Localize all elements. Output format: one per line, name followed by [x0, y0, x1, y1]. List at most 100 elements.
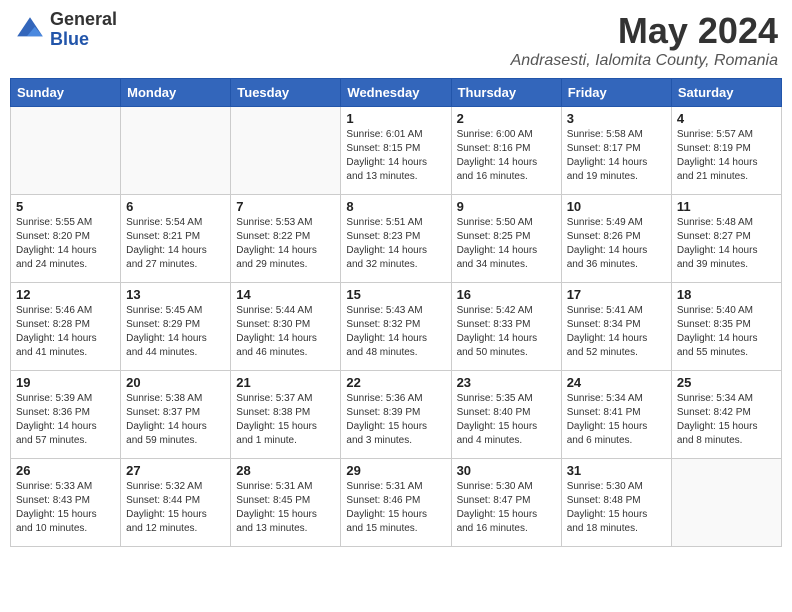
logo-text: General Blue — [50, 10, 117, 50]
day-info: Sunrise: 5:44 AM Sunset: 8:30 PM Dayligh… — [236, 304, 335, 360]
calendar-cell: 15Sunrise: 5:43 AM Sunset: 8:32 PM Dayli… — [341, 283, 451, 371]
col-header-saturday: Saturday — [671, 79, 781, 107]
day-number: 21 — [236, 375, 335, 390]
day-number: 26 — [16, 463, 115, 478]
logo: General Blue — [14, 10, 117, 50]
calendar-cell: 8Sunrise: 5:51 AM Sunset: 8:23 PM Daylig… — [341, 195, 451, 283]
calendar-cell: 23Sunrise: 5:35 AM Sunset: 8:40 PM Dayli… — [451, 371, 561, 459]
calendar-cell: 24 Sunrise: 5:34 AM Sunset: 8:41 PM Dayli… — [561, 371, 671, 459]
day-info: Sunrise: 5:34 AM Sunset: 8:41 PM Dayligh… — [567, 392, 666, 448]
calendar-cell: 5 Sunrise: 5:55 AM Sunset: 8:20 PM Daylig… — [11, 195, 121, 283]
location-subtitle: Andrasesti, Ialomita County, Romania — [511, 52, 778, 70]
day-number: 8 — [346, 199, 445, 214]
day-number: 31 — [567, 463, 666, 478]
header: General Blue May 2024 Andrasesti, Ialomi… — [10, 10, 782, 70]
calendar-cell: 12Sunrise: 5:46 AM Sunset: 8:28 PM Dayli… — [11, 283, 121, 371]
calendar-cell: 6 Sunrise: 5:54 AM Sunset: 8:21 PM Daylig… — [121, 195, 231, 283]
calendar-cell: 10 Sunrise: 5:49 AM Sunset: 8:26 PM Dayli… — [561, 195, 671, 283]
calendar-cell: 16Sunrise: 5:42 AM Sunset: 8:33 PM Dayli… — [451, 283, 561, 371]
day-number: 19 — [16, 375, 115, 390]
day-number: 24 — [567, 375, 666, 390]
day-number: 5 — [16, 199, 115, 214]
day-info: Sunrise: 5:54 AM Sunset: 8:21 PM Dayligh… — [126, 216, 225, 272]
week-row-3: 12Sunrise: 5:46 AM Sunset: 8:28 PM Dayli… — [11, 283, 782, 371]
col-header-tuesday: Tuesday — [231, 79, 341, 107]
day-info: Sunrise: 5:55 AM Sunset: 8:20 PM Dayligh… — [16, 216, 115, 272]
calendar-cell: 13 Sunrise: 5:45 AM Sunset: 8:29 PM Dayli… — [121, 283, 231, 371]
day-info: Sunrise: 6:01 AM Sunset: 8:15 PM Dayligh… — [346, 128, 445, 184]
day-info: Sunrise: 5:45 AM Sunset: 8:29 PM Dayligh… — [126, 304, 225, 360]
calendar-cell: 3 Sunrise: 5:58 AM Sunset: 8:17 PM Daylig… — [561, 107, 671, 195]
day-info: Sunrise: 5:50 AM Sunset: 8:25 PM Dayligh… — [457, 216, 556, 272]
col-header-thursday: Thursday — [451, 79, 561, 107]
calendar-cell: 9 Sunrise: 5:50 AM Sunset: 8:25 PM Daylig… — [451, 195, 561, 283]
logo-icon — [14, 14, 46, 46]
col-header-friday: Friday — [561, 79, 671, 107]
col-header-monday: Monday — [121, 79, 231, 107]
day-info: Sunrise: 5:39 AM Sunset: 8:36 PM Dayligh… — [16, 392, 115, 448]
day-info: Sunrise: 5:48 AM Sunset: 8:27 PM Dayligh… — [677, 216, 776, 272]
calendar-cell: 7 Sunrise: 5:53 AM Sunset: 8:22 PM Daylig… — [231, 195, 341, 283]
day-number: 10 — [567, 199, 666, 214]
calendar-header-row: SundayMondayTuesdayWednesdayThursdayFrid… — [11, 79, 782, 107]
day-info: Sunrise: 5:31 AM Sunset: 8:45 PM Dayligh… — [236, 480, 335, 536]
calendar-cell: 28 Sunrise: 5:31 AM Sunset: 8:45 PM Dayli… — [231, 459, 341, 547]
day-info: Sunrise: 5:32 AM Sunset: 8:44 PM Dayligh… — [126, 480, 225, 536]
day-number: 20 — [126, 375, 225, 390]
day-number: 30 — [457, 463, 556, 478]
calendar-cell: 14 Sunrise: 5:44 AM Sunset: 8:30 PM Dayli… — [231, 283, 341, 371]
calendar-cell: 31Sunrise: 5:30 AM Sunset: 8:48 PM Dayli… — [561, 459, 671, 547]
calendar-cell: 22 Sunrise: 5:36 AM Sunset: 8:39 PM Dayli… — [341, 371, 451, 459]
day-info: Sunrise: 5:49 AM Sunset: 8:26 PM Dayligh… — [567, 216, 666, 272]
day-info: Sunrise: 5:30 AM Sunset: 8:47 PM Dayligh… — [457, 480, 556, 536]
day-number: 13 — [126, 287, 225, 302]
day-number: 28 — [236, 463, 335, 478]
calendar-cell: 4Sunrise: 5:57 AM Sunset: 8:19 PM Daylig… — [671, 107, 781, 195]
day-info: Sunrise: 5:53 AM Sunset: 8:22 PM Dayligh… — [236, 216, 335, 272]
day-info: Sunrise: 5:34 AM Sunset: 8:42 PM Dayligh… — [677, 392, 776, 448]
day-info: Sunrise: 5:41 AM Sunset: 8:34 PM Dayligh… — [567, 304, 666, 360]
week-row-2: 5 Sunrise: 5:55 AM Sunset: 8:20 PM Daylig… — [11, 195, 782, 283]
day-info: Sunrise: 5:57 AM Sunset: 8:19 PM Dayligh… — [677, 128, 776, 184]
day-number: 11 — [677, 199, 776, 214]
logo-blue-text: Blue — [50, 30, 117, 50]
calendar-cell: 11 Sunrise: 5:48 AM Sunset: 8:27 PM Dayli… — [671, 195, 781, 283]
day-info: Sunrise: 5:36 AM Sunset: 8:39 PM Dayligh… — [346, 392, 445, 448]
day-info: Sunrise: 5:38 AM Sunset: 8:37 PM Dayligh… — [126, 392, 225, 448]
week-row-5: 26 Sunrise: 5:33 AM Sunset: 8:43 PM Dayli… — [11, 459, 782, 547]
day-info: Sunrise: 5:37 AM Sunset: 8:38 PM Dayligh… — [236, 392, 335, 448]
col-header-sunday: Sunday — [11, 79, 121, 107]
day-number: 23 — [457, 375, 556, 390]
day-number: 12 — [16, 287, 115, 302]
day-number: 9 — [457, 199, 556, 214]
calendar-cell: 18Sunrise: 5:40 AM Sunset: 8:35 PM Dayli… — [671, 283, 781, 371]
day-number: 17 — [567, 287, 666, 302]
calendar-cell: 21 Sunrise: 5:37 AM Sunset: 8:38 PM Dayli… — [231, 371, 341, 459]
calendar-cell: 2Sunrise: 6:00 AM Sunset: 8:16 PM Daylig… — [451, 107, 561, 195]
calendar-cell — [671, 459, 781, 547]
calendar-cell: 17 Sunrise: 5:41 AM Sunset: 8:34 PM Dayli… — [561, 283, 671, 371]
day-info: Sunrise: 5:31 AM Sunset: 8:46 PM Dayligh… — [346, 480, 445, 536]
title-block: May 2024 Andrasesti, Ialomita County, Ro… — [511, 10, 778, 70]
day-number: 16 — [457, 287, 556, 302]
day-info: Sunrise: 5:58 AM Sunset: 8:17 PM Dayligh… — [567, 128, 666, 184]
day-number: 14 — [236, 287, 335, 302]
calendar-cell — [11, 107, 121, 195]
day-number: 27 — [126, 463, 225, 478]
day-number: 22 — [346, 375, 445, 390]
calendar-cell: 19 Sunrise: 5:39 AM Sunset: 8:36 PM Dayli… — [11, 371, 121, 459]
calendar-cell: 20 Sunrise: 5:38 AM Sunset: 8:37 PM Dayli… — [121, 371, 231, 459]
logo-general-text: General — [50, 10, 117, 30]
week-row-1: 1Sunrise: 6:01 AM Sunset: 8:15 PM Daylig… — [11, 107, 782, 195]
week-row-4: 19 Sunrise: 5:39 AM Sunset: 8:36 PM Dayli… — [11, 371, 782, 459]
calendar-cell: 26 Sunrise: 5:33 AM Sunset: 8:43 PM Dayli… — [11, 459, 121, 547]
day-number: 6 — [126, 199, 225, 214]
calendar-cell: 27 Sunrise: 5:32 AM Sunset: 8:44 PM Dayli… — [121, 459, 231, 547]
day-info: Sunrise: 5:33 AM Sunset: 8:43 PM Dayligh… — [16, 480, 115, 536]
day-number: 7 — [236, 199, 335, 214]
calendar-cell: 25Sunrise: 5:34 AM Sunset: 8:42 PM Dayli… — [671, 371, 781, 459]
day-number: 29 — [346, 463, 445, 478]
day-number: 3 — [567, 111, 666, 126]
day-number: 15 — [346, 287, 445, 302]
calendar-cell — [121, 107, 231, 195]
